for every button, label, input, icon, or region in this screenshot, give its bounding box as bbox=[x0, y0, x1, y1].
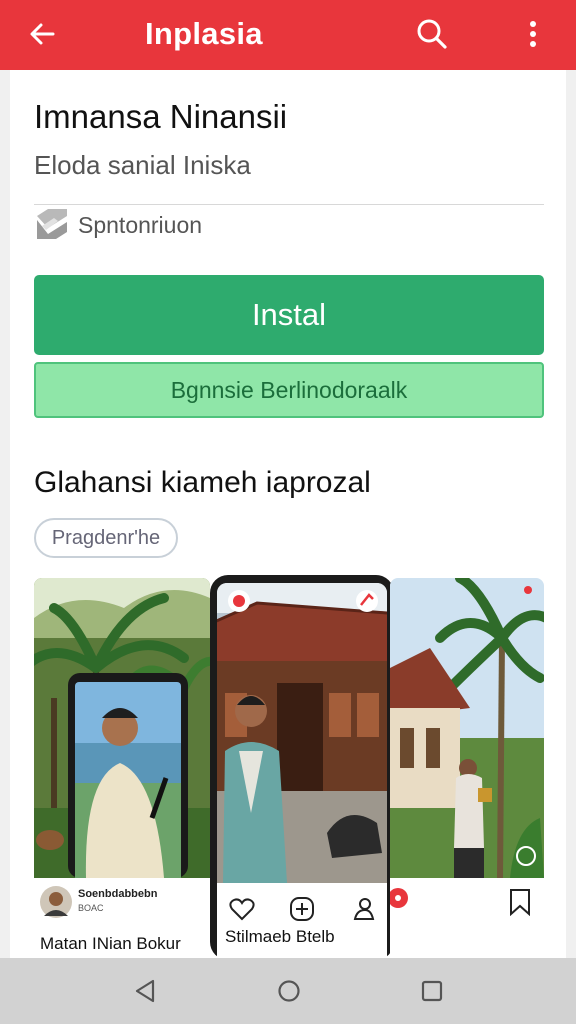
app-subtitle: Eloda sanial Iniska bbox=[34, 150, 251, 180]
screenshot-1-user-sub: BOAC bbox=[78, 903, 104, 913]
filter-chip[interactable]: Pragdenr'he bbox=[34, 518, 178, 558]
nav-home-button[interactable] bbox=[274, 976, 304, 1006]
nav-back-button[interactable] bbox=[130, 976, 160, 1006]
overflow-menu-button[interactable] bbox=[518, 12, 548, 56]
screenshot-3-image bbox=[390, 578, 544, 879]
app-bar-title: Inplasia bbox=[145, 16, 263, 51]
profile-icon[interactable] bbox=[351, 895, 377, 921]
screenshot-2-screen: Stilmaeb Btelb bbox=[217, 583, 387, 960]
nav-back-icon bbox=[135, 979, 155, 1003]
back-button[interactable] bbox=[22, 14, 62, 54]
app-detail-card: Imnansa Ninansii Eloda sanial Iniska Spn… bbox=[10, 70, 566, 960]
badge-icon bbox=[390, 888, 408, 908]
heart-icon[interactable] bbox=[229, 897, 255, 921]
search-icon bbox=[417, 19, 447, 49]
bookmark-icon[interactable] bbox=[508, 888, 532, 916]
developer-name[interactable]: Spntonriuon bbox=[78, 212, 202, 239]
nav-recents-icon bbox=[421, 980, 443, 1002]
install-button[interactable]: Instal bbox=[34, 275, 544, 355]
more-vertical-icon bbox=[530, 21, 536, 47]
screenshot-1[interactable]: Soenbdabbebn BOAC Matan INian Bokur bbox=[34, 578, 210, 960]
screenshot-2-image bbox=[217, 583, 387, 883]
top-app-bar: Inplasia bbox=[0, 0, 576, 70]
developer-logo-icon bbox=[37, 209, 67, 239]
divider bbox=[34, 204, 544, 205]
screenshot-2-footer: Stilmaeb Btelb bbox=[217, 883, 387, 960]
avatar bbox=[40, 886, 72, 918]
secondary-action-button[interactable]: Bgnnsie Berlinodoraalk bbox=[34, 362, 544, 418]
nav-home-icon bbox=[278, 980, 300, 1002]
search-button[interactable] bbox=[410, 12, 454, 56]
screenshot-3[interactable] bbox=[390, 578, 544, 960]
nav-recents-button[interactable] bbox=[417, 976, 447, 1006]
arrow-left-icon bbox=[30, 23, 55, 45]
screenshot-1-caption: Matan INian Bokur bbox=[40, 934, 181, 953]
app-name: Imnansa Ninansii bbox=[34, 98, 288, 135]
system-navigation-bar bbox=[0, 958, 576, 1024]
screenshot-1-user-name: Soenbdabbebn bbox=[78, 888, 158, 900]
add-icon[interactable] bbox=[289, 896, 315, 922]
screenshot-2[interactable]: Stilmaeb Btelb bbox=[210, 575, 394, 960]
app-screen: Inplasia Imnansa Ninansii Eloda sanial I… bbox=[0, 0, 576, 1024]
screenshot-2-caption: Stilmaeb Btelb bbox=[225, 927, 335, 946]
screenshots-section-title: Glahansi kiameh iaprozal bbox=[34, 466, 371, 499]
screenshot-3-footer bbox=[390, 878, 544, 960]
screenshot-1-image bbox=[34, 578, 210, 879]
